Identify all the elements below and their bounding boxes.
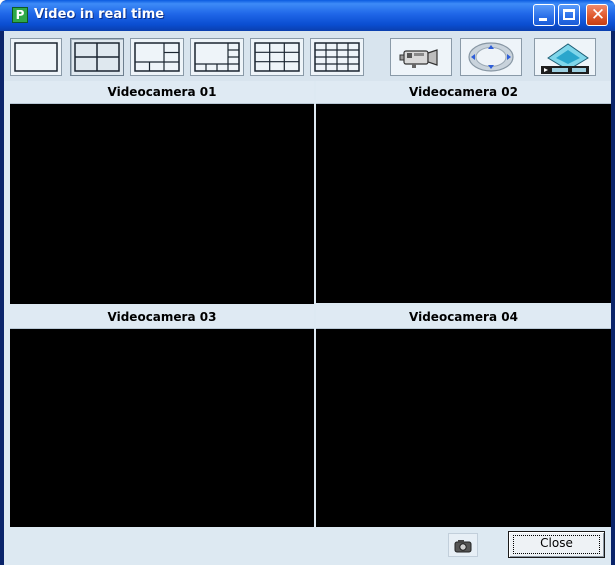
minimize-button[interactable] bbox=[533, 4, 555, 26]
grid-3x3-icon bbox=[254, 42, 300, 72]
close-button[interactable]: Close bbox=[508, 531, 605, 558]
close-button-label: Close bbox=[540, 536, 573, 550]
close-icon: ✕ bbox=[590, 5, 606, 25]
camera-panel-title: Videocamera 03 bbox=[10, 306, 314, 329]
video-feed[interactable] bbox=[316, 329, 611, 528]
maximize-button[interactable] bbox=[558, 4, 580, 26]
layout-1x1-button[interactable] bbox=[10, 38, 62, 76]
toolbar bbox=[4, 31, 611, 81]
camera-panel-title: Videocamera 04 bbox=[316, 306, 611, 329]
video-feed[interactable] bbox=[10, 329, 314, 528]
layout-2x2-button[interactable] bbox=[70, 38, 124, 76]
close-window-button[interactable]: ✕ bbox=[586, 4, 608, 26]
layout-4x4-button[interactable] bbox=[310, 38, 364, 76]
maximize-icon bbox=[563, 9, 575, 20]
film-playback-icon bbox=[541, 43, 589, 74]
grid-1plus7-icon bbox=[194, 42, 240, 72]
window-title: Video in real time bbox=[34, 7, 165, 22]
minimize-icon bbox=[539, 18, 547, 21]
app-logo-icon: P bbox=[12, 7, 28, 23]
ptz-joystick-icon bbox=[468, 42, 514, 72]
layout-1-plus-7-button[interactable] bbox=[190, 38, 244, 76]
grid-1plus5-icon bbox=[134, 42, 180, 72]
video-feed[interactable] bbox=[10, 104, 314, 304]
camera-panel-03[interactable]: Videocamera 03 bbox=[10, 306, 314, 528]
app-window: P Video in real time ✕ Videocamera 01 Vi… bbox=[0, 0, 615, 565]
layout-1-plus-5-button[interactable] bbox=[130, 38, 184, 76]
title-bar[interactable]: P Video in real time ✕ bbox=[0, 0, 615, 31]
camera-panel-title: Videocamera 02 bbox=[316, 81, 611, 104]
layout-3x3-button[interactable] bbox=[250, 38, 304, 76]
camera-panel-04[interactable]: Videocamera 04 bbox=[316, 306, 611, 528]
camera-panel-02[interactable]: Videocamera 02 bbox=[316, 81, 611, 303]
grid-4x4-icon bbox=[314, 42, 360, 72]
grid-2x2-icon bbox=[74, 42, 120, 72]
camera-panel-title: Videocamera 01 bbox=[10, 81, 314, 104]
grid-1x1-icon bbox=[14, 42, 58, 72]
video-camera-icon bbox=[399, 49, 438, 68]
snapshot-button[interactable] bbox=[448, 533, 478, 557]
ptz-control-button[interactable] bbox=[460, 38, 522, 76]
camera-panel-01[interactable]: Videocamera 01 bbox=[10, 81, 314, 304]
client-area: Videocamera 01 Videocamera 02 Videocamer… bbox=[4, 31, 611, 565]
video-feed[interactable] bbox=[316, 104, 611, 303]
playback-tool-button[interactable] bbox=[534, 38, 596, 76]
camera-snapshot-icon bbox=[454, 540, 472, 553]
footer-bar: Close bbox=[4, 527, 611, 565]
camera-tool-button[interactable] bbox=[390, 38, 452, 76]
